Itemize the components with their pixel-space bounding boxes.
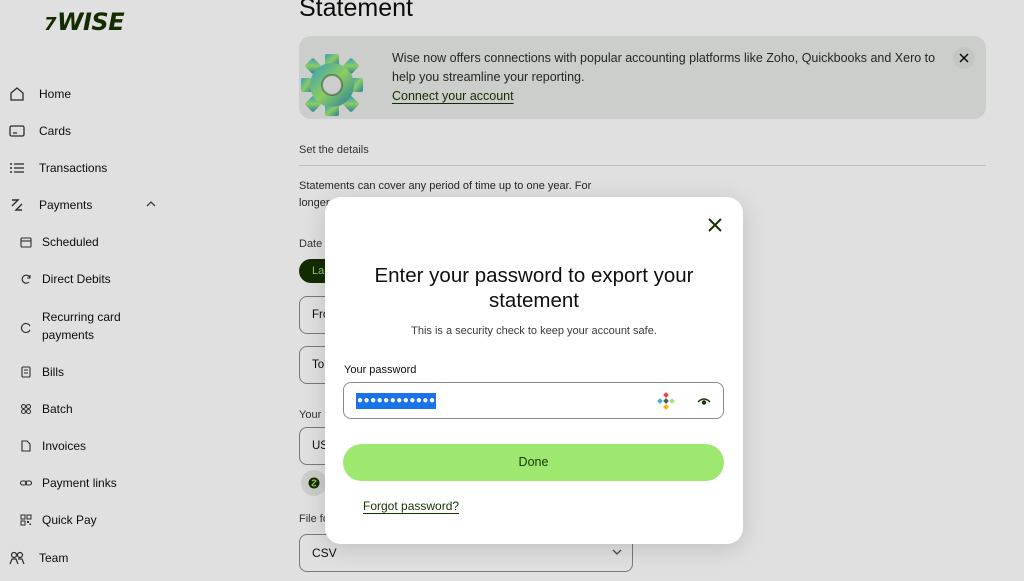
password-value: ●●●●●●●●●●●● bbox=[356, 393, 437, 409]
show-password-icon[interactable] bbox=[695, 393, 713, 409]
password-manager-icon[interactable] bbox=[657, 392, 675, 410]
forgot-password-link[interactable]: Forgot password? bbox=[363, 499, 459, 513]
modal-title: Enter your password to export your state… bbox=[374, 264, 694, 312]
modal-subtitle: This is a security check to keep your ac… bbox=[411, 325, 657, 337]
close-icon[interactable] bbox=[703, 213, 727, 237]
password-label: Your password bbox=[344, 364, 417, 376]
password-field[interactable]: ●●●●●●●●●●●● bbox=[343, 382, 724, 419]
done-button[interactable]: Done bbox=[343, 444, 724, 481]
password-modal: Enter your password to export your state… bbox=[325, 197, 743, 544]
